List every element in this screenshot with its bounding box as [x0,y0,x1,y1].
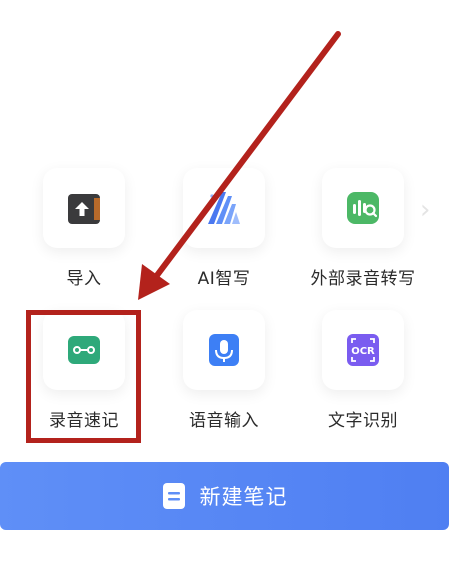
ocr-label: 文字识别 [328,411,398,431]
ocr-tile[interactable]: OCR 文字识别 [303,310,423,440]
voice-input-card[interactable] [183,310,265,390]
ocr-icon-text: OCR [351,346,375,357]
ai-write-tile[interactable]: AI智写 [164,168,284,298]
new-note-label: 新建笔记 [199,485,288,509]
chevron-right-icon: › [420,195,431,225]
quick-record-tile[interactable]: 录音速记 [24,310,144,440]
external-transcribe-card[interactable] [322,168,404,248]
quick-record-card[interactable] [43,310,125,390]
ocr-card[interactable]: OCR [322,310,404,390]
import-card[interactable] [43,168,125,248]
external-transcribe-label: 外部录音转写 [310,269,416,289]
import-label: 导入 [66,269,102,289]
tool-panel: 导入 AI智写 外部录音转写 录音速记 语音输入 OCR 文字识别 › 新建笔记 [0,0,449,571]
ai-write-label: AI智写 [197,269,251,289]
quick-record-label: 录音速记 [49,411,119,431]
import-tile[interactable]: 导入 [24,168,144,298]
external-transcribe-tile[interactable]: 外部录音转写 [303,168,423,298]
ocr-icon: OCR [347,334,379,366]
new-note-button[interactable]: 新建笔记 [0,462,449,530]
ai-write-icon [208,192,240,224]
note-icon [162,483,185,509]
microphone-icon [209,334,239,366]
recording-icon [68,336,100,364]
voice-input-label: 语音输入 [189,411,259,431]
voice-input-tile[interactable]: 语音输入 [164,310,284,440]
audio-transcribe-icon [347,192,379,224]
import-icon [68,194,100,224]
ai-write-card[interactable] [183,168,265,248]
